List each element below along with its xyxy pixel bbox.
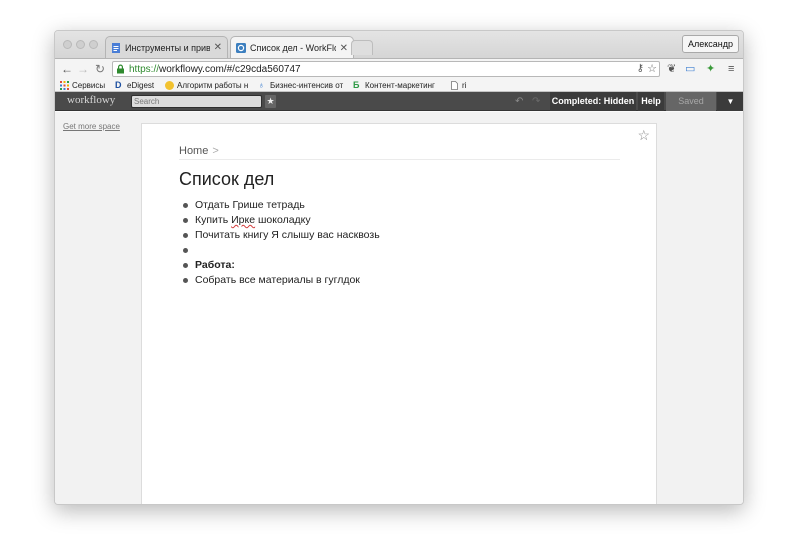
edigest-icon: D: [115, 79, 122, 90]
docs-icon: [112, 42, 120, 53]
workflowy-icon: [236, 43, 246, 53]
bullet-icon[interactable]: [183, 218, 188, 223]
bookmark-label: ri: [462, 80, 467, 90]
search-input[interactable]: Search: [131, 95, 262, 108]
bookmark-edigest[interactable]: D eDigest: [115, 79, 160, 91]
evernote-icon[interactable]: ❦: [667, 62, 676, 76]
menu-icon[interactable]: ≡: [728, 62, 734, 76]
url-scheme: https://: [129, 63, 160, 75]
bullet-icon[interactable]: [183, 263, 188, 268]
new-tab-button[interactable]: [351, 40, 373, 55]
forward-arrow-icon[interactable]: →: [77, 62, 89, 76]
minimize-window-button[interactable]: [76, 40, 85, 49]
lock-icon: [117, 64, 124, 74]
b-logo-icon: Б: [353, 79, 360, 90]
url-path: workflowy.com/#/c29cda560747: [159, 63, 301, 75]
breadcrumb-home-link[interactable]: Home: [179, 145, 208, 157]
bullet-icon[interactable]: [183, 278, 188, 283]
saved-status: Saved: [666, 92, 716, 111]
breadcrumb: Home >: [179, 145, 620, 160]
breadcrumb-separator: >: [212, 145, 219, 157]
workflowy-header: workflowy Search ★ ↶ ↷ Completed: Hidden…: [55, 92, 743, 111]
star-outline-icon[interactable]: ☆: [637, 128, 650, 142]
list-item[interactable]: Почитать книгу Я слышу вас насквозь: [180, 228, 620, 243]
reload-icon[interactable]: ↻: [95, 62, 105, 76]
item-text[interactable]: Работа:: [195, 259, 235, 271]
key-icon[interactable]: ⚷: [637, 63, 644, 74]
browser-toolbar: ← → ↻ https://workflowy.com/#/c29cda5607…: [55, 58, 743, 78]
todo-list: Отдать Грише тетрадь Купить Ирке шоколад…: [180, 198, 620, 288]
bookmark-label: Бизнес-интенсив от: [270, 80, 344, 90]
bullet-icon[interactable]: [183, 203, 188, 208]
bookmark-business[interactable]: ♁ Бизнес-интенсив от: [258, 79, 346, 91]
bookmark-services[interactable]: Сервисы: [60, 79, 110, 91]
tab-tools-habits[interactable]: Инструменты и привычки ✕: [105, 36, 228, 58]
get-more-space-link[interactable]: Get more space: [63, 122, 120, 131]
list-item-empty[interactable]: [180, 243, 620, 258]
item-text[interactable]: Почитать книгу Я слышу вас насквозь: [195, 229, 380, 241]
apps-grid-icon: [60, 80, 69, 90]
bullet-icon[interactable]: [183, 233, 188, 238]
bookmark-label: Алгоритм работы н: [177, 80, 249, 90]
page-icon: [451, 80, 458, 90]
item-text[interactable]: Купить Ирке шоколадку: [195, 214, 311, 226]
tab-label: Инструменты и привычки: [125, 42, 210, 53]
item-text[interactable]: Отдать Грише тетрадь: [195, 199, 305, 211]
tab-todo-workflowy[interactable]: Список дел - WorkFlowy ✕: [230, 36, 354, 59]
extension-icon[interactable]: ▭: [685, 62, 695, 76]
bookmark-label: Контент-маркетинг: [365, 80, 435, 90]
bookmark-algorithm[interactable]: Алгоритм работы н: [165, 79, 253, 91]
bookmarks-bar: Сервисы D eDigest Алгоритм работы н ♁ Би…: [55, 78, 743, 92]
undo-icon[interactable]: ↶: [515, 95, 523, 108]
list-item[interactable]: Купить Ирке шоколадку: [180, 213, 620, 228]
completed-toggle-button[interactable]: Completed: Hidden: [550, 92, 636, 111]
close-icon[interactable]: ✕: [340, 43, 348, 54]
address-bar[interactable]: https://workflowy.com/#/c29cda560747 ⚷ ☆: [112, 61, 660, 77]
bookmark-label: Сервисы: [72, 80, 106, 90]
spellcheck-word: Ирке: [231, 214, 256, 226]
list-item[interactable]: Собрать все материалы в гуглдок: [180, 273, 620, 288]
profile-button[interactable]: Александр: [681, 35, 739, 53]
settings-dropdown-icon[interactable]: ▼: [717, 92, 743, 111]
tab-label: Список дел - WorkFlowy: [250, 43, 336, 53]
bulb-icon: [165, 80, 174, 90]
close-icon[interactable]: ✕: [214, 42, 222, 53]
bullet-icon[interactable]: [183, 248, 188, 253]
back-arrow-icon[interactable]: ←: [61, 62, 73, 76]
list-item[interactable]: Отдать Грише тетрадь: [180, 198, 620, 213]
zoom-window-button[interactable]: [89, 40, 98, 49]
tab-strip: Инструменты и привычки ✕ Список дел - Wo…: [55, 31, 743, 59]
redo-icon[interactable]: ↷: [532, 95, 540, 108]
list-item-heading[interactable]: Работа:: [180, 258, 620, 273]
bookmark-label: eDigest: [127, 80, 155, 90]
workflowy-logo[interactable]: workflowy: [67, 94, 115, 106]
bookmark-ri[interactable]: ri: [450, 79, 480, 91]
extension-badge-icon[interactable]: ✦: [706, 62, 715, 76]
page-title[interactable]: Список дел: [179, 169, 274, 190]
help-button[interactable]: Help: [638, 92, 664, 111]
starred-icon[interactable]: ★: [265, 95, 276, 108]
bookmark-star-icon[interactable]: ☆: [647, 62, 657, 75]
bookmark-content[interactable]: Б Контент-маркетинг: [353, 79, 441, 91]
drop-icon: ♁: [258, 79, 265, 90]
browser-window: Инструменты и привычки ✕ Список дел - Wo…: [54, 30, 744, 505]
close-window-button[interactable]: [63, 40, 72, 49]
document-page: ☆ Home > Список дел Отдать Грише тетрадь …: [141, 123, 657, 504]
item-text[interactable]: Собрать все материалы в гуглдок: [195, 274, 360, 286]
